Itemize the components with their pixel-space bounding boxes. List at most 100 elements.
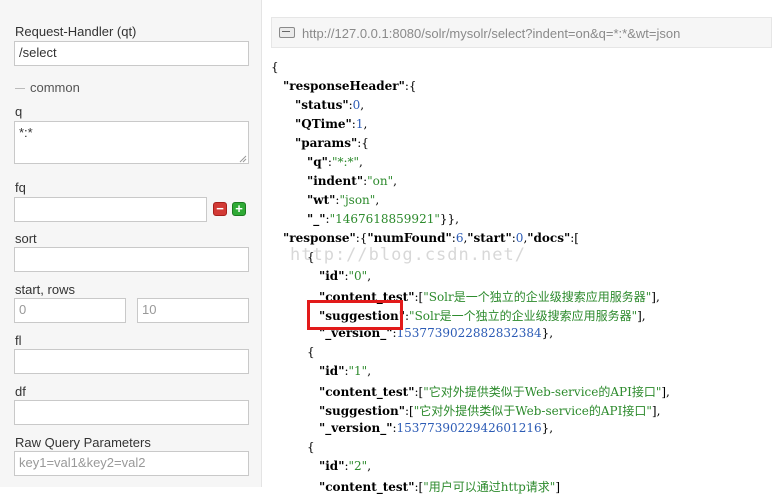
json-token: "content_test" xyxy=(319,480,415,494)
json-token: , xyxy=(393,174,397,188)
watermark: http://blog.csdn.net/ xyxy=(290,245,526,265)
fl-input[interactable] xyxy=(14,349,249,374)
json-line: "responseHeader":{ xyxy=(283,79,417,93)
json-token: "0" xyxy=(348,269,368,283)
json-line: "id":"2", xyxy=(319,459,371,473)
q-input[interactable]: *:* xyxy=(14,121,249,164)
json-token: "response" xyxy=(283,231,356,245)
json-token: { xyxy=(271,60,279,74)
json-token: "q" xyxy=(307,155,328,169)
json-token: :[ xyxy=(405,404,414,418)
json-token: "start" xyxy=(467,231,512,245)
fq-input[interactable] xyxy=(14,197,207,222)
json-line: "QTime":1, xyxy=(295,117,367,131)
json-token: :{ xyxy=(404,79,417,93)
fq-label: fq xyxy=(15,180,26,195)
json-token: "QTime" xyxy=(295,117,352,131)
json-token: , xyxy=(360,98,365,112)
json-token: "1" xyxy=(348,364,368,378)
json-token: }}, xyxy=(439,212,459,226)
section-divider xyxy=(15,88,25,89)
json-token: { xyxy=(307,345,315,359)
json-token: "json" xyxy=(339,193,376,207)
json-line: { xyxy=(307,440,315,454)
json-token: "id" xyxy=(319,459,345,473)
json-line: "_":"1467618859921"}}, xyxy=(307,212,459,226)
json-line: "indent":"on", xyxy=(307,174,397,188)
sort-label: sort xyxy=(15,231,37,246)
json-token: , xyxy=(367,459,372,473)
json-token: "Solr是一个独立的企业级搜索应用服务器" xyxy=(409,309,638,323)
json-token: 1537739022882832384 xyxy=(396,326,542,340)
json-line: "status":0, xyxy=(295,98,364,112)
json-token: "suggestion" xyxy=(319,404,405,418)
json-token: "numFound" xyxy=(367,231,452,245)
json-token: :[ xyxy=(414,480,424,494)
json-line: { xyxy=(307,345,315,359)
url-bar[interactable]: http://127.0.0.1:8080/solr/mysolr/select… xyxy=(271,17,772,48)
json-token: "用户可以通过http请求" xyxy=(423,480,556,494)
rows-input[interactable]: 10 xyxy=(137,298,249,323)
raw-query-input[interactable]: key1=val1&key2=val2 xyxy=(14,451,249,476)
json-token: ], xyxy=(637,309,646,323)
sort-input[interactable] xyxy=(14,247,249,272)
json-token: ], xyxy=(661,385,670,399)
json-token: "*:*" xyxy=(331,155,360,169)
common-section-header: common xyxy=(14,80,249,96)
json-token: }, xyxy=(541,326,554,340)
json-line: "id":"0", xyxy=(319,269,371,283)
json-line: "wt":"json", xyxy=(307,193,379,207)
json-token: "docs" xyxy=(527,231,571,245)
request-handler-label: Request-Handler (qt) xyxy=(15,24,137,39)
json-token: "wt" xyxy=(307,193,336,207)
json-token: :[ xyxy=(414,290,424,304)
json-token: , xyxy=(375,193,380,207)
json-token: "2" xyxy=(348,459,368,473)
json-token: "responseHeader" xyxy=(283,79,405,93)
suggestion-highlight-box xyxy=(307,300,403,330)
q-label: q xyxy=(15,104,23,119)
json-token: "indent" xyxy=(307,174,364,188)
json-token: :[ xyxy=(414,385,424,399)
json-token: "1467618859921" xyxy=(329,212,440,226)
json-line: "_version_":1537739022942601216}, xyxy=(319,421,553,435)
json-token: ], xyxy=(651,290,660,304)
json-line: "id":"1", xyxy=(319,364,371,378)
json-line: "q":"*:*", xyxy=(307,155,363,169)
json-token: :[ xyxy=(570,231,579,245)
json-token: "id" xyxy=(319,364,345,378)
json-token: { xyxy=(307,440,315,454)
start-rows-label: start, rows xyxy=(15,282,75,297)
query-url[interactable]: http://127.0.0.1:8080/solr/mysolr/select… xyxy=(302,26,680,41)
json-line: { xyxy=(271,60,279,74)
start-input[interactable]: 0 xyxy=(14,298,126,323)
json-token: :{ xyxy=(357,136,369,150)
raw-query-label: Raw Query Parameters xyxy=(15,435,151,450)
json-token: ], xyxy=(651,404,661,418)
json-token: "on" xyxy=(367,174,394,188)
resize-handle-icon[interactable] xyxy=(239,155,247,163)
json-token: "它对外提供类似于Web-service的API接口" xyxy=(413,404,652,418)
link-icon xyxy=(279,27,295,38)
json-line: "response":{"numFound":6,"start":0,"docs… xyxy=(283,231,579,245)
json-line: "suggestion":["它对外提供类似于Web-service的API接口… xyxy=(319,402,660,419)
json-token: "id" xyxy=(319,269,345,283)
json-token: "content_test" xyxy=(319,385,415,399)
json-token: ] xyxy=(555,480,560,494)
fl-label: fl xyxy=(15,333,22,348)
json-token: "它对外提供类似于Web-service的API接口" xyxy=(423,385,662,399)
json-token: "params" xyxy=(295,136,358,150)
df-label: df xyxy=(15,384,26,399)
json-line: "content_test":["它对外提供类似于Web-service的API… xyxy=(319,383,670,400)
df-input[interactable] xyxy=(14,400,249,425)
add-fq-button[interactable]: + xyxy=(232,202,246,216)
json-token: }, xyxy=(541,421,554,435)
json-token: "status" xyxy=(295,98,349,112)
remove-fq-button[interactable]: − xyxy=(213,202,227,216)
json-token: , xyxy=(359,155,363,169)
json-token: , xyxy=(367,269,372,283)
json-token: :{ xyxy=(355,231,368,245)
query-form-panel: Request-Handler (qt) /select common q *:… xyxy=(0,0,262,487)
request-handler-input[interactable]: /select xyxy=(14,41,249,66)
common-section-label: common xyxy=(30,80,80,95)
